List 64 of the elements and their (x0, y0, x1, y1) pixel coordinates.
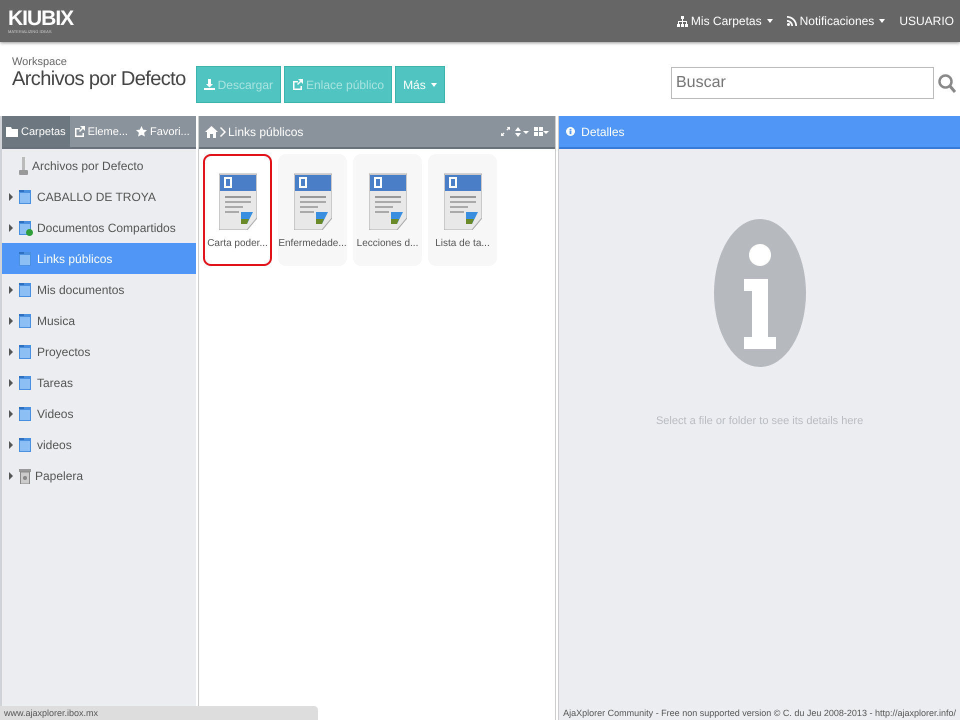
share-icon (292, 79, 303, 90)
trash-icon (19, 468, 31, 484)
search-field[interactable]: Buscar (671, 67, 934, 99)
document-icon (294, 172, 332, 230)
tree-item[interactable]: Tareas (2, 367, 196, 398)
folder-icon (19, 188, 33, 204)
nav-menu[interactable]: Mis Carpetas (676, 14, 773, 28)
footer-text: AjaXplorer Community - Free non supported version © C. du Jeu 2008-2013 - http://ajaxplorer.info/ (562, 708, 957, 720)
tree-item[interactable]: Videos (2, 398, 196, 429)
sidebar-tab[interactable]: Carpetas (2, 116, 70, 147)
expand-arrow-icon[interactable] (9, 224, 13, 232)
document-icon (368, 172, 406, 230)
file-tile[interactable]: Enfermedade... (278, 154, 347, 266)
nav-menu[interactable]: Notificaciones (786, 14, 886, 28)
expand-icon[interactable] (501, 127, 510, 136)
tree-item[interactable]: Proyectos (2, 336, 196, 367)
tree-item[interactable]: Documentos Compartidos (2, 212, 196, 243)
folder-icon (19, 250, 33, 266)
expand-arrow-icon[interactable] (9, 440, 13, 448)
folder-icon (19, 344, 33, 360)
details-header: Detalles (559, 116, 960, 149)
download-icon (204, 79, 215, 90)
file-tile[interactable]: Lista de ta... (428, 154, 497, 266)
tree-item[interactable]: CABALLO DE TROYA (2, 181, 196, 212)
folder-icon (6, 126, 18, 136)
expand-arrow-icon[interactable] (9, 410, 13, 418)
file-tile[interactable]: Carta poder... (203, 154, 272, 266)
tree-item[interactable]: Archivos por Defecto (32, 158, 144, 172)
expand-arrow-icon[interactable] (9, 286, 13, 294)
search-icon[interactable] (938, 74, 956, 92)
drive-icon (19, 156, 28, 174)
folder-icon (19, 406, 33, 422)
folder-icon (19, 312, 33, 328)
document-icon (444, 172, 482, 230)
star-icon (136, 126, 147, 137)
expand-arrow-icon[interactable] (9, 378, 13, 386)
expand-arrow-icon[interactable] (9, 472, 13, 480)
sitemap-icon (676, 16, 688, 26)
workspace-label: Workspace (12, 56, 68, 68)
tree-item[interactable]: videos (2, 429, 196, 460)
shared-folder-icon (19, 220, 33, 236)
sort-icon[interactable] (515, 126, 530, 136)
share-icon (74, 126, 85, 137)
tree-item[interactable]: Papelera (2, 460, 196, 491)
status-tooltip: www.ajaxplorer.ibox.mx (0, 706, 318, 720)
expand-arrow-icon[interactable] (9, 348, 13, 356)
logo[interactable]: KIUBIX (8, 8, 74, 28)
rss-icon (786, 16, 797, 26)
folder-icon (19, 282, 33, 298)
expand-arrow-icon[interactable] (9, 316, 13, 324)
page-title: Archivos por Defecto (12, 68, 186, 91)
tree-item[interactable]: Musica (2, 305, 196, 336)
user-menu[interactable]: USUARIO (899, 14, 954, 28)
document-icon (218, 172, 256, 230)
folder-icon (19, 374, 33, 390)
tree-item[interactable]: Mis documentos (2, 274, 196, 305)
expand-arrow-icon[interactable] (9, 192, 13, 200)
folder-icon (19, 436, 33, 452)
chevron-icon (220, 126, 226, 136)
info-icon (714, 219, 806, 367)
info-icon (566, 127, 576, 136)
view-mode-icon[interactable] (534, 126, 550, 136)
file-tile[interactable]: Lecciones d... (353, 154, 422, 266)
home-icon[interactable] (205, 126, 218, 138)
